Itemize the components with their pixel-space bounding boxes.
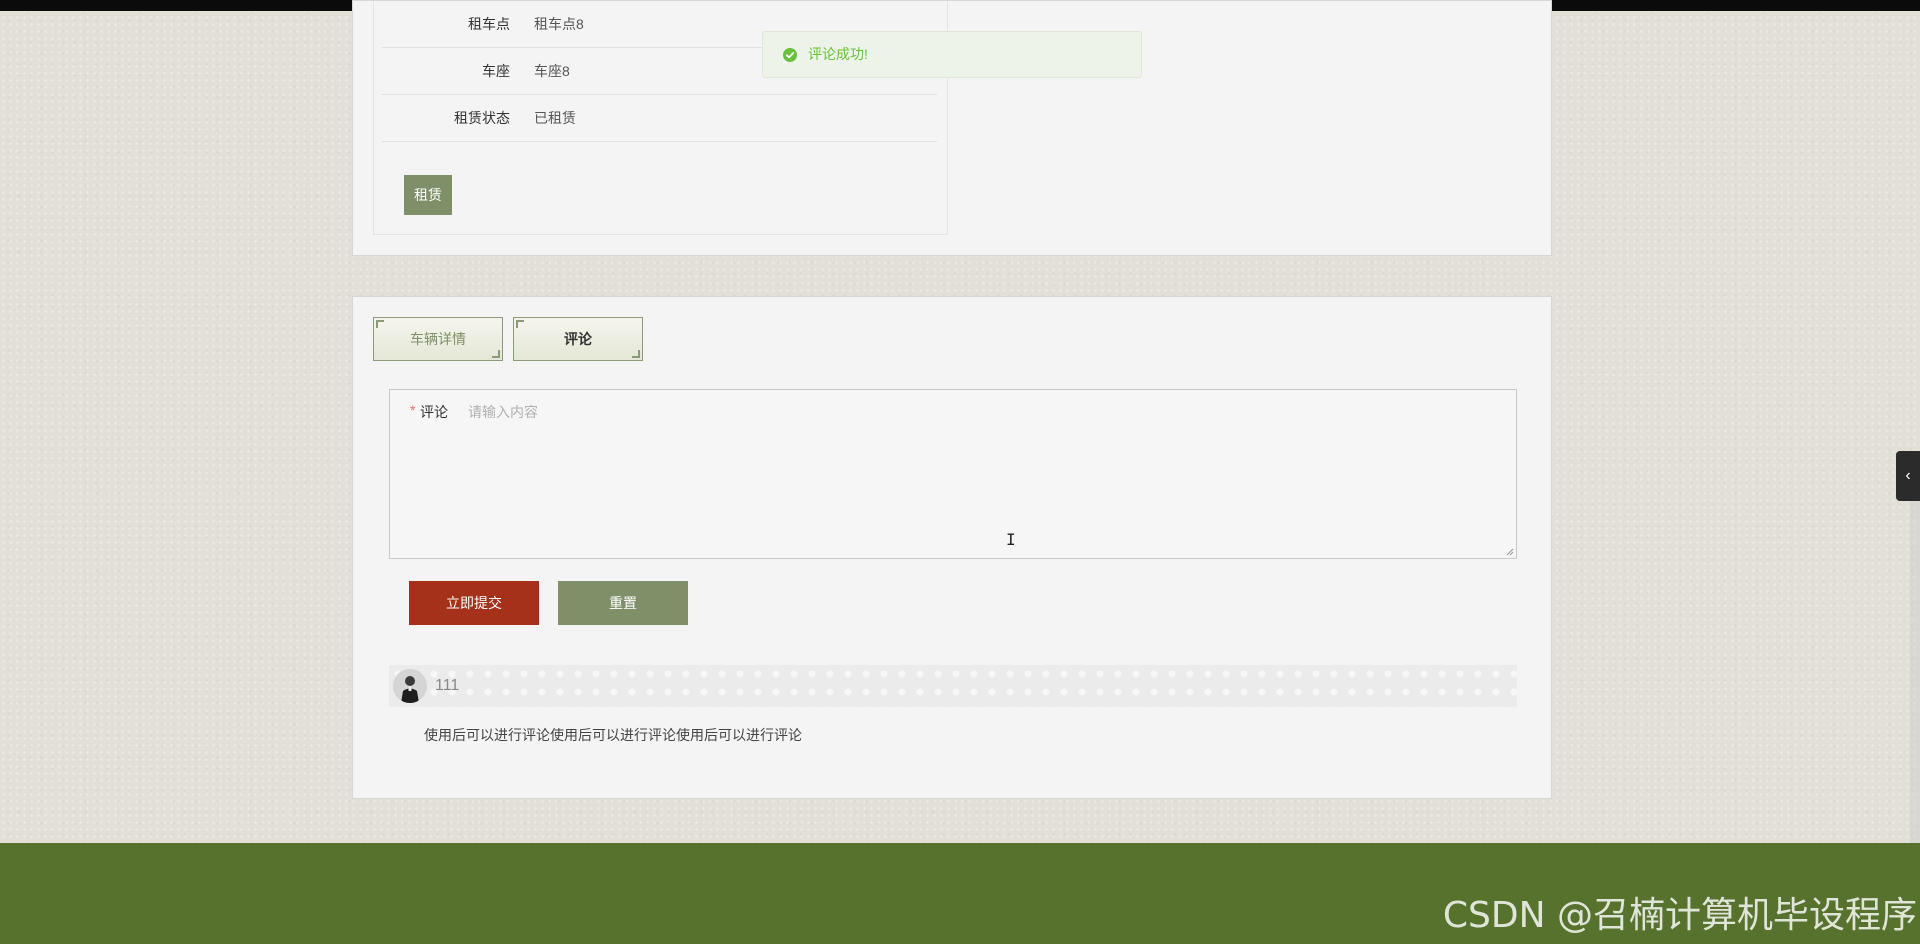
detail-tabs-panel: 车辆详情 评论 * 评论 I 立即提交 重置 111 使用后可以进行评论使用后可… bbox=[352, 296, 1552, 799]
info-row-rental-status: 租赁状态 已租赁 bbox=[382, 95, 937, 142]
comment-username: 111 bbox=[435, 677, 460, 694]
check-circle-icon bbox=[783, 48, 797, 62]
resize-grip-icon[interactable] bbox=[1506, 548, 1514, 556]
info-label: 租赁状态 bbox=[454, 110, 510, 126]
reset-button[interactable]: 重置 bbox=[558, 581, 688, 625]
info-value: 租车点8 bbox=[534, 16, 584, 32]
info-label: 车座 bbox=[482, 63, 510, 79]
tab-vehicle-details[interactable]: 车辆详情 bbox=[373, 317, 503, 361]
scrollbar-track[interactable] bbox=[1910, 501, 1920, 844]
avatar bbox=[393, 669, 427, 703]
comment-label: 评论 bbox=[420, 404, 448, 420]
toast-message: 评论成功! bbox=[808, 46, 868, 62]
chevron-left-icon[interactable]: ‹ bbox=[1896, 451, 1920, 501]
rent-button[interactable]: 租赁 bbox=[404, 175, 452, 215]
tab-comments[interactable]: 评论 bbox=[513, 317, 643, 361]
comment-item: 111 bbox=[389, 665, 1517, 707]
info-value: 车座8 bbox=[534, 63, 570, 79]
comment-content: 使用后可以进行评论使用后可以进行评论使用后可以进行评论 bbox=[424, 727, 802, 743]
info-value: 已租赁 bbox=[534, 110, 576, 126]
info-label: 租车点 bbox=[468, 16, 510, 32]
watermark-text: CSDN @召楠计算机毕设程序 bbox=[1442, 895, 1917, 936]
comment-form-box: * 评论 I bbox=[389, 389, 1517, 560]
comment-textarea[interactable] bbox=[468, 396, 1508, 560]
success-toast: 评论成功! bbox=[762, 31, 1142, 78]
text-cursor-icon: I bbox=[1006, 530, 1016, 549]
required-mark: * bbox=[410, 402, 416, 418]
submit-button[interactable]: 立即提交 bbox=[409, 581, 539, 625]
